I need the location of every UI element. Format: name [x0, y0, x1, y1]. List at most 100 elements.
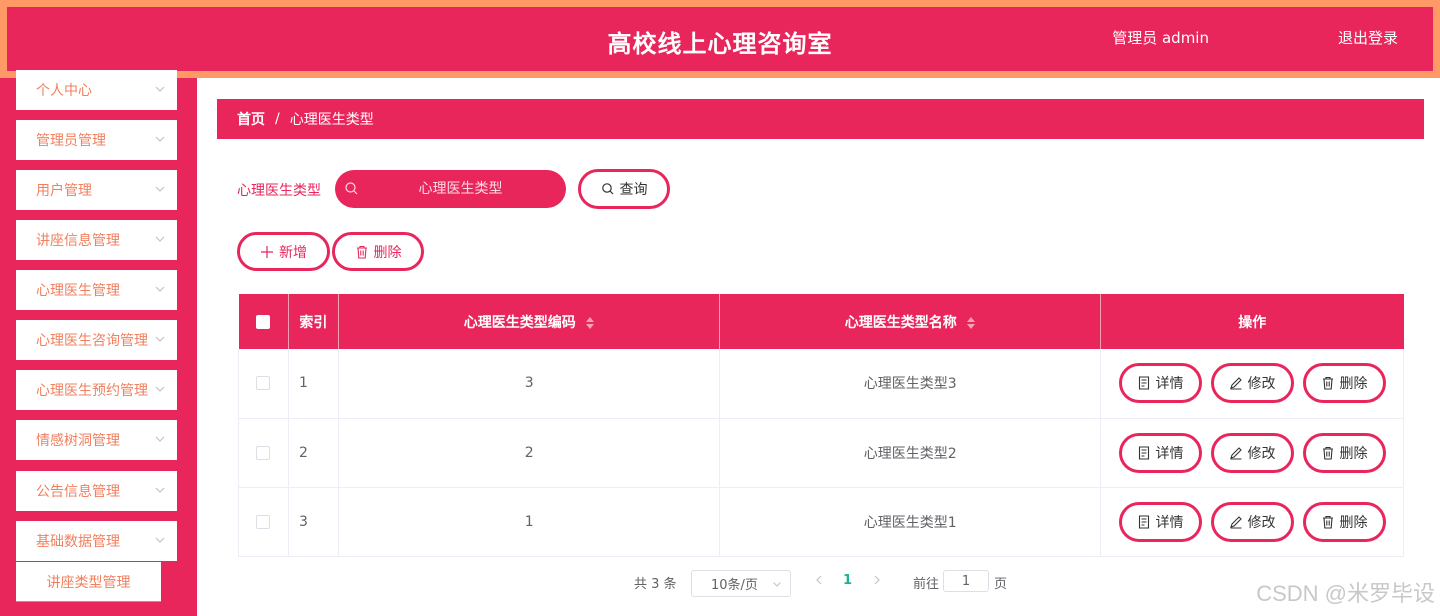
sidebar-item-basic-data-management[interactable]: 基础数据管理 [16, 521, 177, 561]
sort-icon[interactable] [585, 316, 595, 330]
row-checkbox[interactable] [256, 376, 271, 391]
chevron-down-icon [155, 136, 165, 142]
sidebar-item-label: 讲座信息管理 [36, 233, 120, 249]
header-name-label: 心理医生类型名称 [844, 314, 957, 331]
row-checkbox[interactable] [256, 514, 271, 529]
trash-icon [356, 245, 367, 259]
search-label: 心理医生类型 [237, 183, 321, 199]
row-code: 3 [338, 349, 721, 419]
next-page-icon[interactable] [870, 573, 884, 587]
data-table: 索引 心理医生类型编码 心理医生类型名称 操作 1 3 心理医生类型3 详情 修… [238, 294, 1404, 557]
chevron-down-icon [155, 386, 165, 392]
row-name: 心理医生类型2 [719, 418, 1101, 488]
delete-button-label: 删除 [1339, 445, 1368, 462]
document-icon [1138, 514, 1149, 529]
sidebar-subitem-lecture-type[interactable]: 讲座类型管理 [16, 562, 161, 602]
sidebar-item-personal-center[interactable]: 个人中心 [16, 70, 177, 110]
watermark-text: CSDN @米罗毕设 [1256, 581, 1435, 606]
table-row: 2 2 心理医生类型2 详情 修改 删除 [238, 418, 1404, 488]
chevron-down-icon [155, 86, 165, 92]
row-index: 3 [288, 487, 339, 557]
detail-button[interactable]: 详情 [1118, 432, 1202, 473]
trash-icon [1322, 515, 1333, 529]
header-operations: 操作 [1100, 294, 1404, 349]
add-button[interactable]: 新增 [237, 232, 330, 271]
sort-icon[interactable] [966, 316, 976, 330]
logout-link[interactable]: 退出登录 [1338, 27, 1398, 48]
edit-button[interactable]: 修改 [1210, 432, 1294, 473]
sidebar-item-admin-management[interactable]: 管理员管理 [16, 120, 177, 160]
query-button[interactable]: 查询 [578, 169, 670, 209]
header-index: 索引 [288, 294, 339, 349]
sidebar-item-user-management[interactable]: 用户管理 [16, 170, 177, 210]
row-operations: 详情 修改 删除 [1100, 487, 1404, 557]
delete-button[interactable]: 删除 [1302, 363, 1386, 404]
sidebar: 个人中心 管理员管理 用户管理 讲座信息管理 心理医生管理 心理医生咨询管理 心… [0, 70, 197, 616]
pagination-total: 共 3 条 [634, 577, 677, 592]
query-button-label: 查询 [619, 182, 648, 198]
document-icon [1138, 376, 1149, 390]
chevron-down-icon [155, 286, 165, 292]
sidebar-item-lecture-management[interactable]: 讲座信息管理 [16, 220, 177, 260]
detail-button[interactable]: 详情 [1118, 501, 1202, 542]
delete-button-label: 删除 [1339, 514, 1368, 531]
row-name: 心理医生类型1 [719, 487, 1101, 557]
breadcrumb-home[interactable]: 首页 [237, 109, 265, 129]
row-select-cell[interactable] [238, 487, 289, 557]
goto-unit: 页 [994, 577, 1008, 592]
page-size-select[interactable]: 10条/页 [691, 570, 791, 597]
row-name: 心理医生类型3 [719, 349, 1101, 419]
goto-page-input[interactable] [943, 570, 989, 592]
sidebar-item-tree-hole-management[interactable]: 情感树洞管理 [16, 420, 177, 460]
sidebar-item-label: 心理医生预约管理 [36, 383, 148, 399]
sidebar-item-appointment-management[interactable]: 心理医生预约管理 [16, 370, 177, 410]
batch-delete-button-label: 删除 [373, 244, 402, 261]
current-user: 管理员 admin [1112, 29, 1209, 47]
batch-delete-button[interactable]: 删除 [332, 232, 424, 271]
trash-icon [1322, 377, 1333, 390]
search-icon [601, 183, 613, 195]
header-name[interactable]: 心理医生类型名称 [719, 294, 1101, 349]
header-bar: 高校线上心理咨询室 管理员 admin 退出登录 [7, 7, 1433, 71]
sidebar-item-label: 心理医生咨询管理 [36, 333, 148, 349]
sidebar-item-notice-management[interactable]: 公告信息管理 [16, 471, 177, 511]
row-code: 2 [338, 418, 721, 488]
edit-icon [1229, 515, 1242, 529]
sidebar-item-label: 基础数据管理 [36, 534, 120, 550]
select-all-checkbox[interactable] [256, 314, 271, 329]
page-number-current[interactable]: 1 [843, 573, 852, 588]
edit-button[interactable]: 修改 [1210, 501, 1294, 542]
search-input[interactable] [335, 170, 566, 208]
detail-button-label: 详情 [1155, 376, 1184, 393]
delete-button[interactable]: 删除 [1302, 501, 1386, 542]
edit-icon [1229, 446, 1242, 460]
chevron-down-icon [155, 537, 165, 543]
sidebar-item-label: 心理医生管理 [36, 283, 120, 299]
search-icon [345, 182, 358, 195]
row-operations: 详情 修改 删除 [1100, 418, 1404, 488]
chevron-down-icon [773, 582, 781, 587]
row-checkbox[interactable] [256, 445, 271, 460]
top-header: 高校线上心理咨询室 管理员 admin 退出登录 [0, 0, 1440, 78]
sidebar-item-doctor-management[interactable]: 心理医生管理 [16, 270, 177, 310]
edit-button[interactable]: 修改 [1210, 363, 1294, 404]
edit-icon [1229, 377, 1242, 390]
header-code[interactable]: 心理医生类型编码 [338, 294, 721, 349]
header-select-all[interactable] [238, 294, 289, 349]
document-icon [1138, 445, 1149, 460]
prev-page-icon[interactable] [812, 573, 826, 587]
header-code-label: 心理医生类型编码 [463, 314, 576, 331]
page-size-value: 10条/页 [711, 578, 758, 593]
row-select-cell[interactable] [238, 418, 289, 488]
row-operations: 详情 修改 删除 [1100, 349, 1404, 419]
delete-button-label: 删除 [1339, 376, 1368, 393]
delete-button[interactable]: 删除 [1302, 432, 1386, 473]
edit-button-label: 修改 [1247, 376, 1276, 393]
row-select-cell[interactable] [238, 349, 289, 419]
detail-button[interactable]: 详情 [1118, 363, 1202, 404]
sidebar-item-consultation-management[interactable]: 心理医生咨询管理 [16, 320, 177, 360]
chevron-down-icon [155, 487, 165, 493]
table-row: 1 3 心理医生类型3 详情 修改 删除 [238, 349, 1404, 419]
sidebar-item-label: 用户管理 [36, 183, 92, 199]
chevron-down-icon [155, 236, 165, 242]
